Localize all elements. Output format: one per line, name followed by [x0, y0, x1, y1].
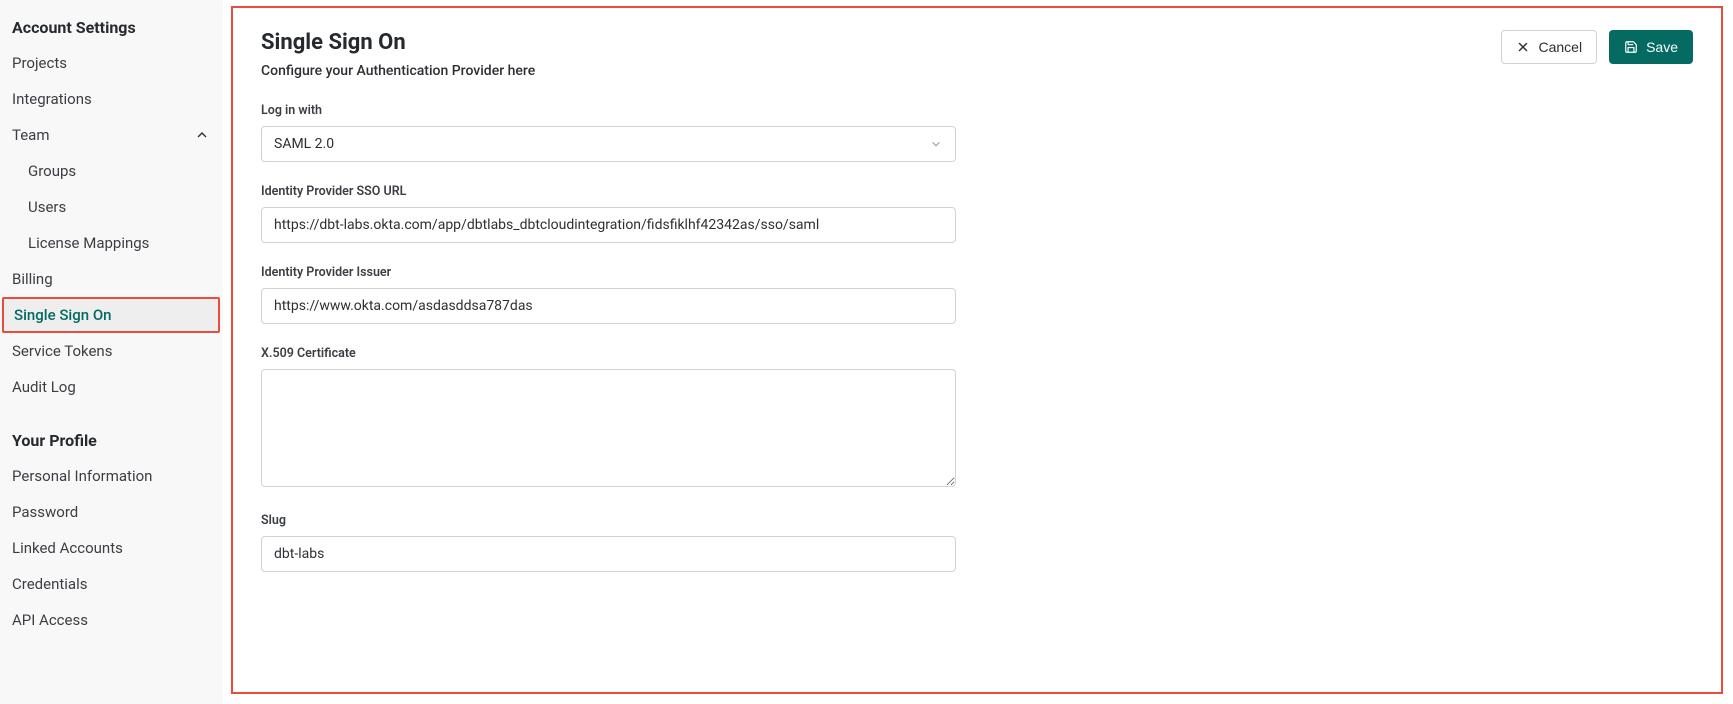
sidebar-item-linked-accounts[interactable]: Linked Accounts	[0, 530, 222, 566]
cancel-button[interactable]: Cancel	[1501, 30, 1597, 64]
sidebar-item-label: License Mappings	[28, 234, 149, 252]
sidebar-item-projects[interactable]: Projects	[0, 45, 222, 81]
sidebar-item-team[interactable]: Team	[0, 117, 222, 153]
main-wrapper: Single Sign On Configure your Authentica…	[223, 0, 1733, 704]
sidebar-item-users[interactable]: Users	[0, 189, 222, 225]
header-actions: Cancel Save	[1501, 30, 1693, 64]
sidebar-item-label: Password	[12, 503, 78, 521]
slug-input[interactable]	[261, 536, 956, 572]
chevron-up-icon	[194, 127, 210, 143]
sidebar-item-integrations[interactable]: Integrations	[0, 81, 222, 117]
cert-label: X.509 Certificate	[261, 346, 956, 361]
sidebar-section-account: Account Settings	[0, 14, 222, 45]
save-icon	[1624, 40, 1638, 54]
login-with-label: Log in with	[261, 103, 956, 118]
sidebar-item-label: Projects	[12, 54, 67, 72]
sidebar-item-license-mappings[interactable]: License Mappings	[0, 225, 222, 261]
sidebar-item-api-access[interactable]: API Access	[0, 602, 222, 638]
field-sso-url: Identity Provider SSO URL	[261, 184, 956, 243]
sidebar-item-audit-log[interactable]: Audit Log	[0, 369, 222, 405]
sidebar-item-label: Linked Accounts	[12, 539, 123, 557]
login-with-select[interactable]: SAML 2.0	[261, 126, 956, 162]
sidebar-item-label: Personal Information	[12, 467, 152, 485]
sidebar-item-groups[interactable]: Groups	[0, 153, 222, 189]
chevron-down-icon	[929, 137, 943, 151]
sidebar-item-label: Integrations	[12, 90, 92, 108]
sidebar-item-personal-info[interactable]: Personal Information	[0, 458, 222, 494]
save-button[interactable]: Save	[1609, 30, 1693, 64]
sidebar-item-label: API Access	[12, 611, 88, 629]
issuer-label: Identity Provider Issuer	[261, 265, 956, 280]
sso-url-input[interactable]	[261, 207, 956, 243]
save-button-label: Save	[1646, 39, 1678, 55]
sidebar-item-label: Single Sign On	[14, 306, 112, 324]
sidebar-item-password[interactable]: Password	[0, 494, 222, 530]
cancel-button-label: Cancel	[1538, 39, 1582, 55]
sidebar-item-credentials[interactable]: Credentials	[0, 566, 222, 602]
sidebar-item-service-tokens[interactable]: Service Tokens	[0, 333, 222, 369]
sidebar-item-label: Users	[28, 198, 66, 216]
field-login-with: Log in with SAML 2.0	[261, 103, 956, 162]
issuer-input[interactable]	[261, 288, 956, 324]
sidebar-item-label: Team	[12, 126, 50, 144]
sidebar-item-label: Groups	[28, 162, 76, 180]
sso-form: Log in with SAML 2.0 Identity Provider S…	[261, 103, 956, 572]
cert-textarea[interactable]	[261, 369, 956, 487]
sidebar-item-sso[interactable]: Single Sign On	[2, 297, 220, 333]
field-slug: Slug	[261, 513, 956, 572]
sidebar-item-label: Billing	[12, 270, 53, 288]
sidebar-section-profile: Your Profile	[0, 427, 222, 458]
page-title: Single Sign On	[261, 30, 535, 55]
sidebar-item-billing[interactable]: Billing	[0, 261, 222, 297]
login-with-value: SAML 2.0	[274, 136, 334, 152]
main-panel: Single Sign On Configure your Authentica…	[231, 6, 1723, 694]
page-header: Single Sign On Configure your Authentica…	[261, 30, 1693, 103]
field-issuer: Identity Provider Issuer	[261, 265, 956, 324]
sidebar: Account Settings Projects Integrations T…	[0, 0, 223, 704]
sso-url-label: Identity Provider SSO URL	[261, 184, 956, 199]
slug-label: Slug	[261, 513, 956, 528]
field-cert: X.509 Certificate	[261, 346, 956, 491]
sidebar-item-label: Audit Log	[12, 378, 76, 396]
sidebar-item-label: Credentials	[12, 575, 87, 593]
page-subtitle: Configure your Authentication Provider h…	[261, 63, 535, 79]
close-icon	[1516, 40, 1530, 54]
sidebar-item-label: Service Tokens	[12, 342, 112, 360]
